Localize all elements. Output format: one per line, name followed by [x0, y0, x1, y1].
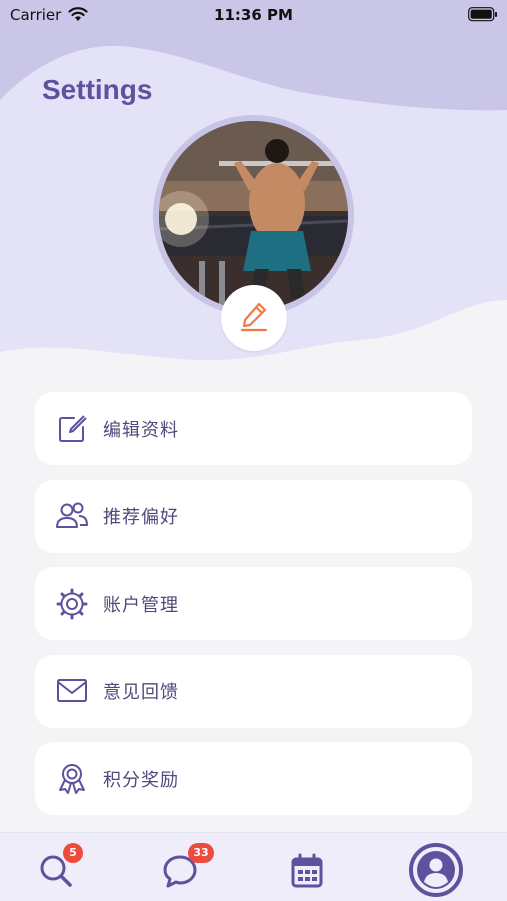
- messages-badge: 33: [188, 843, 214, 863]
- tab-profile[interactable]: [404, 843, 464, 897]
- tab-messages[interactable]: 33: [155, 843, 215, 893]
- calendar-icon: [291, 853, 323, 888]
- pencil-icon: [236, 298, 272, 338]
- menu-item-label: 推荐偏好: [103, 507, 179, 528]
- menu-item-label: 积分奖励: [103, 769, 179, 791]
- menu-item-account[interactable]: 账户管理: [35, 567, 472, 640]
- menu-item-label: 编辑资料: [103, 419, 179, 441]
- tab-bar: 5 33: [0, 832, 507, 901]
- tab-search[interactable]: 5: [30, 843, 90, 893]
- avatar-photo: [159, 121, 348, 310]
- menu-item-edit-profile[interactable]: 编辑资料: [35, 392, 472, 465]
- battery-icon: [468, 7, 498, 26]
- menu-item-rewards[interactable]: 积分奖励: [35, 742, 472, 815]
- menu-item-preferences[interactable]: 推荐偏好: [35, 479, 472, 553]
- settings-gear-icon: [55, 587, 89, 621]
- search-badge: 5: [63, 843, 83, 863]
- status-bar: Carrier 11:36 PM: [0, 0, 507, 32]
- page-title: Settings: [42, 74, 153, 105]
- menu-item-label: 账户管理: [103, 594, 179, 616]
- users-icon: [55, 499, 89, 533]
- edit-profile-icon: [55, 412, 89, 446]
- menu-item-label: 意见回馈: [103, 682, 179, 703]
- profile-icon: [409, 843, 463, 897]
- status-time: 11:36 PM: [214, 6, 293, 24]
- mail-icon: [55, 674, 89, 708]
- award-ribbon-icon: [55, 762, 89, 796]
- edit-avatar-button[interactable]: [221, 285, 287, 351]
- tab-calendar[interactable]: [278, 843, 338, 893]
- menu-item-feedback[interactable]: 意见回馈: [35, 654, 472, 728]
- settings-menu: 编辑资料 推荐偏好 账户管理 意见回馈 积分奖励: [35, 392, 472, 830]
